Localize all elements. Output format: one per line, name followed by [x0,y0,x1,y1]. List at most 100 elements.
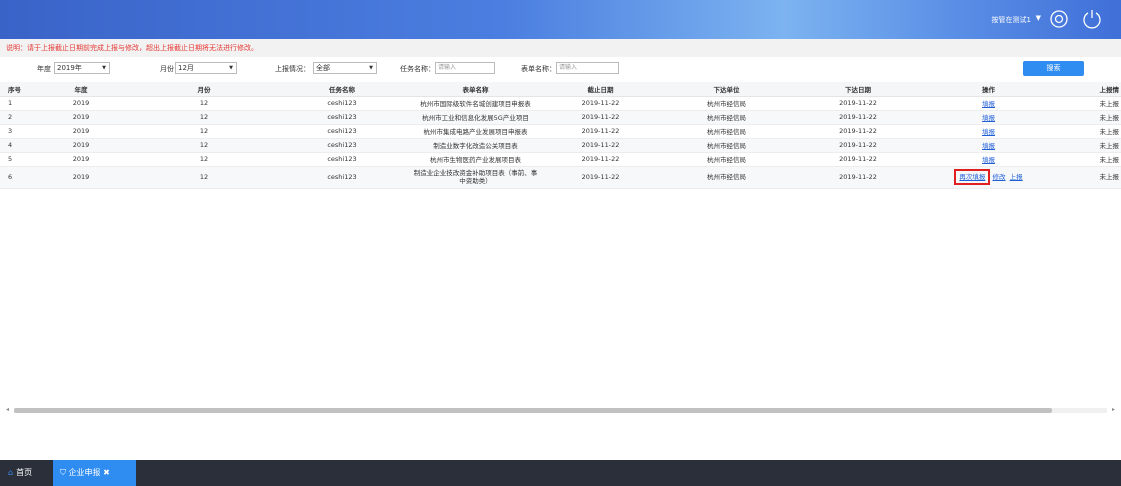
scroll-thumb[interactable] [14,408,1052,413]
scroll-right-icon[interactable]: ▸ [1112,406,1115,413]
highlight-box: 再次填报 [954,169,991,185]
scroll-left-icon[interactable]: ◂ [6,406,9,413]
cell-task: ceshi123 [273,152,411,167]
cell-issue-date: 2019-11-22 [792,110,924,125]
cell-status: 未上报 [1053,110,1121,125]
fill-link[interactable]: 填报 [982,156,995,164]
cell-status: 未上报 [1053,124,1121,139]
bottom-tab-bar: ⌂ 首页 ⛉ 企业申报 ✖ [0,460,1121,486]
cell-unit: 杭州市经信局 [661,138,792,153]
cell-month: 12 [135,96,273,111]
cell-status: 未上报 [1053,152,1121,167]
col-header: 上报情 [1053,82,1121,97]
cell-form: 制造业企业技改资金补助项目表（事前、事中资助类） [411,166,540,189]
cell-form: 制造业数字化改造公关项目表 [411,138,540,153]
notice-text: 说明：请于上报截止日期前完成上报与修改，超出上报截止日期将无法进行修改。 [0,39,1121,57]
report-status-label: 上报情况： [275,65,310,73]
filter-bar: 年度 2019年 ▼ 月份 12月 ▼ 上报情况： 全部 ▼ 任务名称： 请输入 表单… [0,60,1121,78]
status-arrow-icon: ▼ [369,65,373,71]
home-icon: ⌂ [8,468,14,477]
table-row: 2 2019 12 ceshi123 杭州市工业和信息化发展5G产业项目 201… [0,110,1121,125]
tab-home-label: 首页 [16,468,33,477]
search-button[interactable]: 搜索 [1023,61,1084,76]
col-header: 操作 [924,82,1053,97]
form-name-input[interactable]: 请输入 [556,62,619,74]
cell-status: 未上报 [1053,96,1121,111]
cell-issue-date: 2019-11-22 [792,124,924,139]
report-status-select[interactable]: 全部 ▼ [313,62,377,74]
table-row: 5 2019 12 ceshi123 杭州市生物医药产业发展项目表 2019-1… [0,152,1121,167]
power-icon[interactable] [1081,8,1103,30]
year-label: 年度 [37,65,51,73]
cell-action: 填报 [924,124,1053,139]
cell-action: 填报 [924,96,1053,111]
col-header: 月份 [135,82,273,97]
cell-task: ceshi123 [273,166,411,189]
user-name[interactable]: 按管在测试1 [992,15,1031,25]
tab-active-label: 企业申报 [68,468,101,477]
month-select[interactable]: 12月 ▼ [175,62,237,74]
cell-year: 2019 [27,124,135,139]
task-name-input[interactable]: 请输入 [435,62,495,74]
cell-no: 1 [0,96,27,111]
cell-deadline: 2019-11-22 [540,166,661,189]
cell-status: 未上报 [1053,138,1121,153]
cell-unit: 杭州市经信局 [661,152,792,167]
tab-home[interactable]: ⌂ 首页 [8,460,32,486]
cell-form: 杭州市生物医药产业发展项目表 [411,152,540,167]
cell-no: 4 [0,138,27,153]
cell-issue-date: 2019-11-22 [792,138,924,153]
close-icon[interactable]: ✖ [103,468,110,477]
tab-enterprise-report[interactable]: ⛉ 企业申报 ✖ [53,460,136,486]
cell-deadline: 2019-11-22 [540,96,661,111]
fill-link[interactable]: 填报 [982,114,995,122]
cell-no: 3 [0,124,27,139]
task-table: 序号 年度 月份 任务名称 表单名称 截止日期 下达单位 下达日期 操作 上报情… [0,82,1121,189]
cell-form: 杭州市集成电路产业发展项目申报表 [411,124,540,139]
cell-unit: 杭州市经信局 [661,110,792,125]
user-dropdown-icon[interactable]: ▼ [1036,14,1041,22]
cell-deadline: 2019-11-22 [540,138,661,153]
year-select[interactable]: 2019年 ▼ [54,62,110,74]
cell-form: 杭州市国际级软件名城创建项目申报表 [411,96,540,111]
shield-icon: ⛉ [60,468,69,477]
table-row: 4 2019 12 ceshi123 制造业数字化改造公关项目表 2019-11… [0,138,1121,153]
col-header: 下达日期 [792,82,924,97]
col-header: 年度 [27,82,135,97]
cell-unit: 杭州市经信局 [661,166,792,189]
cell-action: 再次填报 修改 上报 [924,166,1053,189]
settings-icon[interactable] [1049,9,1069,29]
fill-link[interactable]: 填报 [982,128,995,136]
cell-status: 未上报 [1053,166,1121,189]
cell-unit: 杭州市经信局 [661,124,792,139]
cell-action: 填报 [924,138,1053,153]
edit-link[interactable]: 修改 [992,173,1005,181]
table-header-row: 序号 年度 月份 任务名称 表单名称 截止日期 下达单位 下达日期 操作 上报情 [0,82,1121,97]
month-label: 月份 [160,65,174,73]
cell-year: 2019 [27,166,135,189]
fill-link[interactable]: 填报 [982,142,995,150]
cell-month: 12 [135,124,273,139]
fill-link[interactable]: 填报 [982,100,995,108]
form-name-label: 表单名称： [521,65,556,73]
cell-no: 5 [0,152,27,167]
horizontal-scrollbar[interactable]: ◂ ▸ [4,406,1117,414]
cell-deadline: 2019-11-22 [540,152,661,167]
cell-unit: 杭州市经信局 [661,96,792,111]
cell-action: 填报 [924,152,1053,167]
col-header: 下达单位 [661,82,792,97]
cell-issue-date: 2019-11-22 [792,152,924,167]
submit-link[interactable]: 上报 [1010,173,1023,181]
month-arrow-icon: ▼ [229,65,233,71]
cell-year: 2019 [27,96,135,111]
cell-year: 2019 [27,152,135,167]
col-header: 任务名称 [273,82,411,97]
cell-issue-date: 2019-11-22 [792,166,924,189]
cell-no: 6 [0,166,27,189]
cell-month: 12 [135,110,273,125]
table-row: 3 2019 12 ceshi123 杭州市集成电路产业发展项目申报表 2019… [0,124,1121,139]
col-header: 表单名称 [411,82,540,97]
refill-link[interactable]: 再次填报 [959,173,985,181]
cell-year: 2019 [27,110,135,125]
col-header: 序号 [0,82,27,97]
